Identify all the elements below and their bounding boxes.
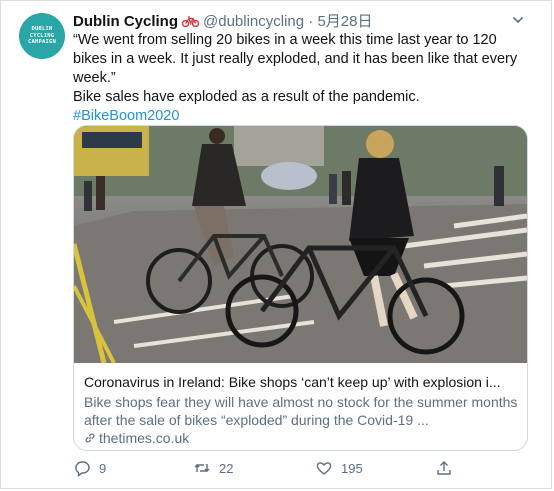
card-domain[interactable]: thetimes.co.uk xyxy=(84,429,189,447)
reply-button[interactable]: 9 xyxy=(73,459,106,477)
card-domain-text: thetimes.co.uk xyxy=(99,430,190,446)
retweet-count: 22 xyxy=(219,460,234,476)
like-count: 195 xyxy=(341,460,363,476)
tweet-date[interactable]: 5月28日 xyxy=(317,13,372,30)
tweet-text: “We went from selling 20 bikes in a week… xyxy=(73,31,533,126)
link-icon xyxy=(85,433,95,443)
tweet-quote: “We went from selling 20 bikes in a week… xyxy=(73,32,518,86)
share-button[interactable] xyxy=(435,459,461,477)
avatar[interactable]: DUBLIN CYCLING CAMPAIGN xyxy=(19,13,65,59)
like-button[interactable]: 195 xyxy=(315,459,363,477)
hashtag-link[interactable]: #BikeBoom2020 xyxy=(73,108,179,124)
card-title[interactable]: Coronavirus in Ireland: Bike shops ‘can’… xyxy=(84,373,520,391)
bicycle-emoji-icon xyxy=(182,16,199,27)
header-separator: · xyxy=(308,13,314,30)
tweet-actions: 9 22 195 xyxy=(73,459,483,479)
tweet-header: Dublin Cycling @dublincycling · 5月28日 xyxy=(73,12,373,32)
avatar-logo-text: DUBLIN CYCLING CAMPAIGN xyxy=(25,26,59,46)
reply-count: 9 xyxy=(99,460,107,476)
link-preview-card[interactable]: Coronavirus in Ireland: Bike shops ‘can’… xyxy=(73,125,528,451)
user-handle[interactable]: @dublincycling xyxy=(203,13,304,30)
card-image[interactable] xyxy=(74,126,527,363)
card-description[interactable]: Bike shops fear they will have almost no… xyxy=(84,393,520,429)
display-name[interactable]: Dublin Cycling xyxy=(73,13,178,30)
chevron-down-icon[interactable] xyxy=(511,13,525,27)
tweet-card[interactable]: DUBLIN CYCLING CAMPAIGN Dublin Cycling @… xyxy=(0,0,552,489)
heart-icon xyxy=(316,462,332,475)
retweet-icon xyxy=(194,464,210,472)
avatar-line-3: CAMPAIGN xyxy=(27,39,57,46)
share-icon xyxy=(437,461,451,475)
reply-icon xyxy=(75,461,90,477)
tweet-line-2: Bike sales have exploded as a result of … xyxy=(73,89,420,105)
retweet-button[interactable]: 22 xyxy=(193,459,233,477)
